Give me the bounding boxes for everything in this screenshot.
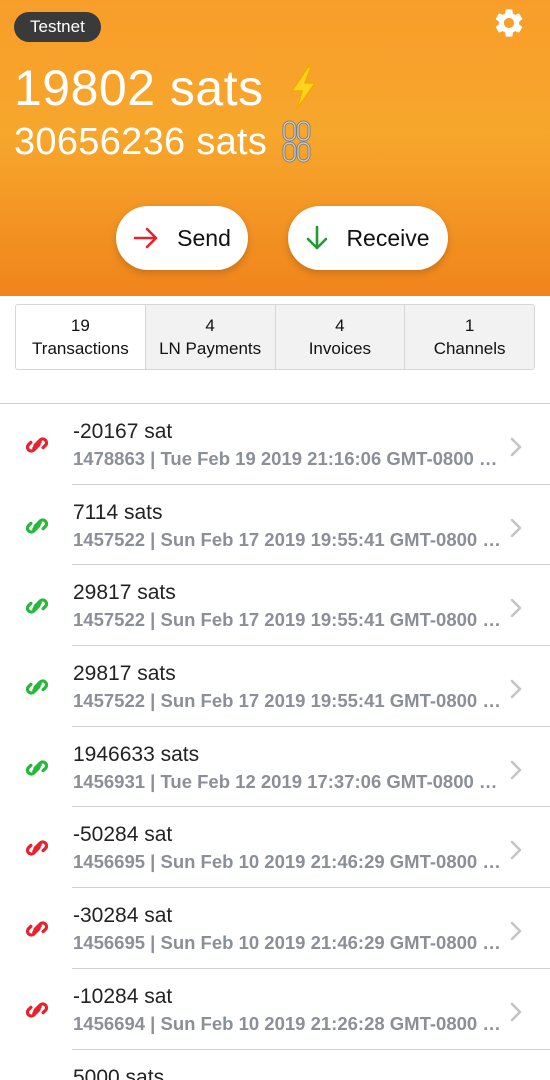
transaction-detail: 1457522 | Sun Feb 17 2019 19:55:41 GMT-0…: [73, 690, 503, 712]
transaction-row[interactable]: -50284 sat 1456695 | Sun Feb 10 2019 21:4…: [0, 807, 550, 888]
transaction-detail: 1457522 | Sun Feb 17 2019 19:55:41 GMT-0…: [73, 528, 503, 550]
tab-count: 4: [205, 316, 215, 335]
send-button-label: Send: [177, 224, 231, 251]
tab-count: 19: [70, 316, 90, 335]
send-button[interactable]: Send: [116, 206, 248, 270]
chevron-right-icon: [510, 760, 522, 780]
chevron-right-icon: [510, 841, 522, 860]
network-badge: Testnet: [14, 12, 101, 42]
tab-label: Transactions: [32, 339, 129, 358]
chevron-right-icon: [510, 437, 522, 457]
transaction-amount: -50284 sat: [73, 823, 173, 847]
transaction-row[interactable]: -30284 sat 1456695 | Sun Feb 10 2019 21:4…: [0, 888, 550, 969]
tab-label: LN Payments: [159, 339, 262, 358]
tab-count: 1: [464, 316, 475, 335]
transaction-row[interactable]: 7114 sats 1457522 | Sun Feb 17 2019 19:55…: [0, 485, 550, 566]
lightning-bolt-icon: [290, 66, 316, 110]
transaction-row[interactable]: 5000 sats: [0, 1050, 550, 1080]
transaction-row[interactable]: 29817 sats 1457522 | Sun Feb 17 2019 19:5…: [0, 646, 550, 727]
activity-tabs: 19 Transactions 4 LN Payments 4 Invoices…: [15, 304, 535, 370]
link-icon: [25, 598, 49, 614]
transaction-row[interactable]: 29817 sats 1457522 | Sun Feb 17 2019 19:5…: [0, 565, 550, 646]
lightning-balance-amount: 19802 sats: [14, 60, 264, 116]
receive-button[interactable]: Receive: [288, 206, 448, 270]
link-icon: [22, 1076, 52, 1080]
tab-label: Invoices: [308, 339, 372, 358]
link-icon: [25, 679, 49, 695]
lightning-balance: 19802 sats: [14, 58, 320, 118]
transaction-detail: 1478863 | Tue Feb 19 2019 21:16:06 GMT-0…: [73, 448, 503, 469]
tab-count: 4: [335, 316, 345, 335]
transaction-list: -20167 sat 1478863 | Tue Feb 19 2019 21:1…: [0, 403, 550, 1080]
wallet-header: Testnet 19802 sats 30656236 sats Send Re…: [0, 0, 550, 296]
tab-transactions[interactable]: 19 Transactions: [16, 305, 145, 369]
tab-label: Channels: [433, 339, 506, 358]
transaction-detail: 1456931 | Tue Feb 12 2019 17:37:06 GMT-0…: [73, 770, 503, 792]
chevron-right-icon: [510, 921, 522, 941]
link-icon: [25, 760, 49, 776]
onchain-balance: 30656236 sats: [14, 118, 315, 166]
chevron-right-icon: [510, 679, 522, 699]
transaction-amount: 29817 sats: [73, 581, 176, 605]
link-icon: [25, 921, 49, 937]
chevron-right-icon: [510, 599, 522, 618]
transaction-detail: 1457522 | Sun Feb 17 2019 19:55:41 GMT-0…: [73, 609, 503, 631]
transaction-amount: 7114 sats: [73, 500, 163, 524]
link-icon: [25, 840, 49, 857]
transaction-detail: 1456695 | Sun Feb 10 2019 21:46:29 GMT-0…: [73, 851, 503, 873]
arrow-right-icon: [133, 227, 158, 249]
chevron-right-icon: [510, 518, 522, 537]
link-icon: [25, 518, 49, 534]
link-icon: [25, 1002, 49, 1018]
transaction-amount: -20167 sat: [73, 420, 173, 443]
transaction-amount: -30284 sat: [73, 904, 173, 928]
tab-channels[interactable]: 1 Channels: [404, 305, 534, 369]
onchain-balance-amount: 30656236 sats: [14, 121, 268, 163]
link-icon: [25, 437, 49, 453]
transaction-row[interactable]: -10284 sat 1456694 | Sun Feb 10 2019 21:2…: [0, 969, 550, 1050]
arrow-down-icon: [307, 225, 328, 250]
transaction-detail: 1456695 | Sun Feb 10 2019 21:46:29 GMT-0…: [73, 932, 503, 954]
transaction-amount: 29817 sats: [73, 662, 176, 686]
transaction-row[interactable]: -20167 sat 1478863 | Tue Feb 19 2019 21:1…: [0, 404, 550, 485]
transaction-row[interactable]: 1946633 sats 1456931 | Tue Feb 12 2019 17…: [0, 727, 550, 808]
chain-icon: [282, 120, 311, 163]
transaction-amount: 5000 sats: [73, 1065, 165, 1080]
tab-invoices[interactable]: 4 Invoices: [274, 305, 405, 369]
chevron-right-icon: [510, 1002, 522, 1022]
transaction-amount: 1946633 sats: [73, 742, 200, 766]
tab-ln-payments[interactable]: 4 LN Payments: [144, 305, 275, 369]
receive-button-label: Receive: [346, 224, 430, 251]
transaction-detail: 1456694 | Sun Feb 10 2019 21:26:28 GMT-0…: [73, 1012, 503, 1034]
transaction-amount: -10284 sat: [73, 984, 173, 1008]
gear-icon[interactable]: [492, 6, 526, 40]
